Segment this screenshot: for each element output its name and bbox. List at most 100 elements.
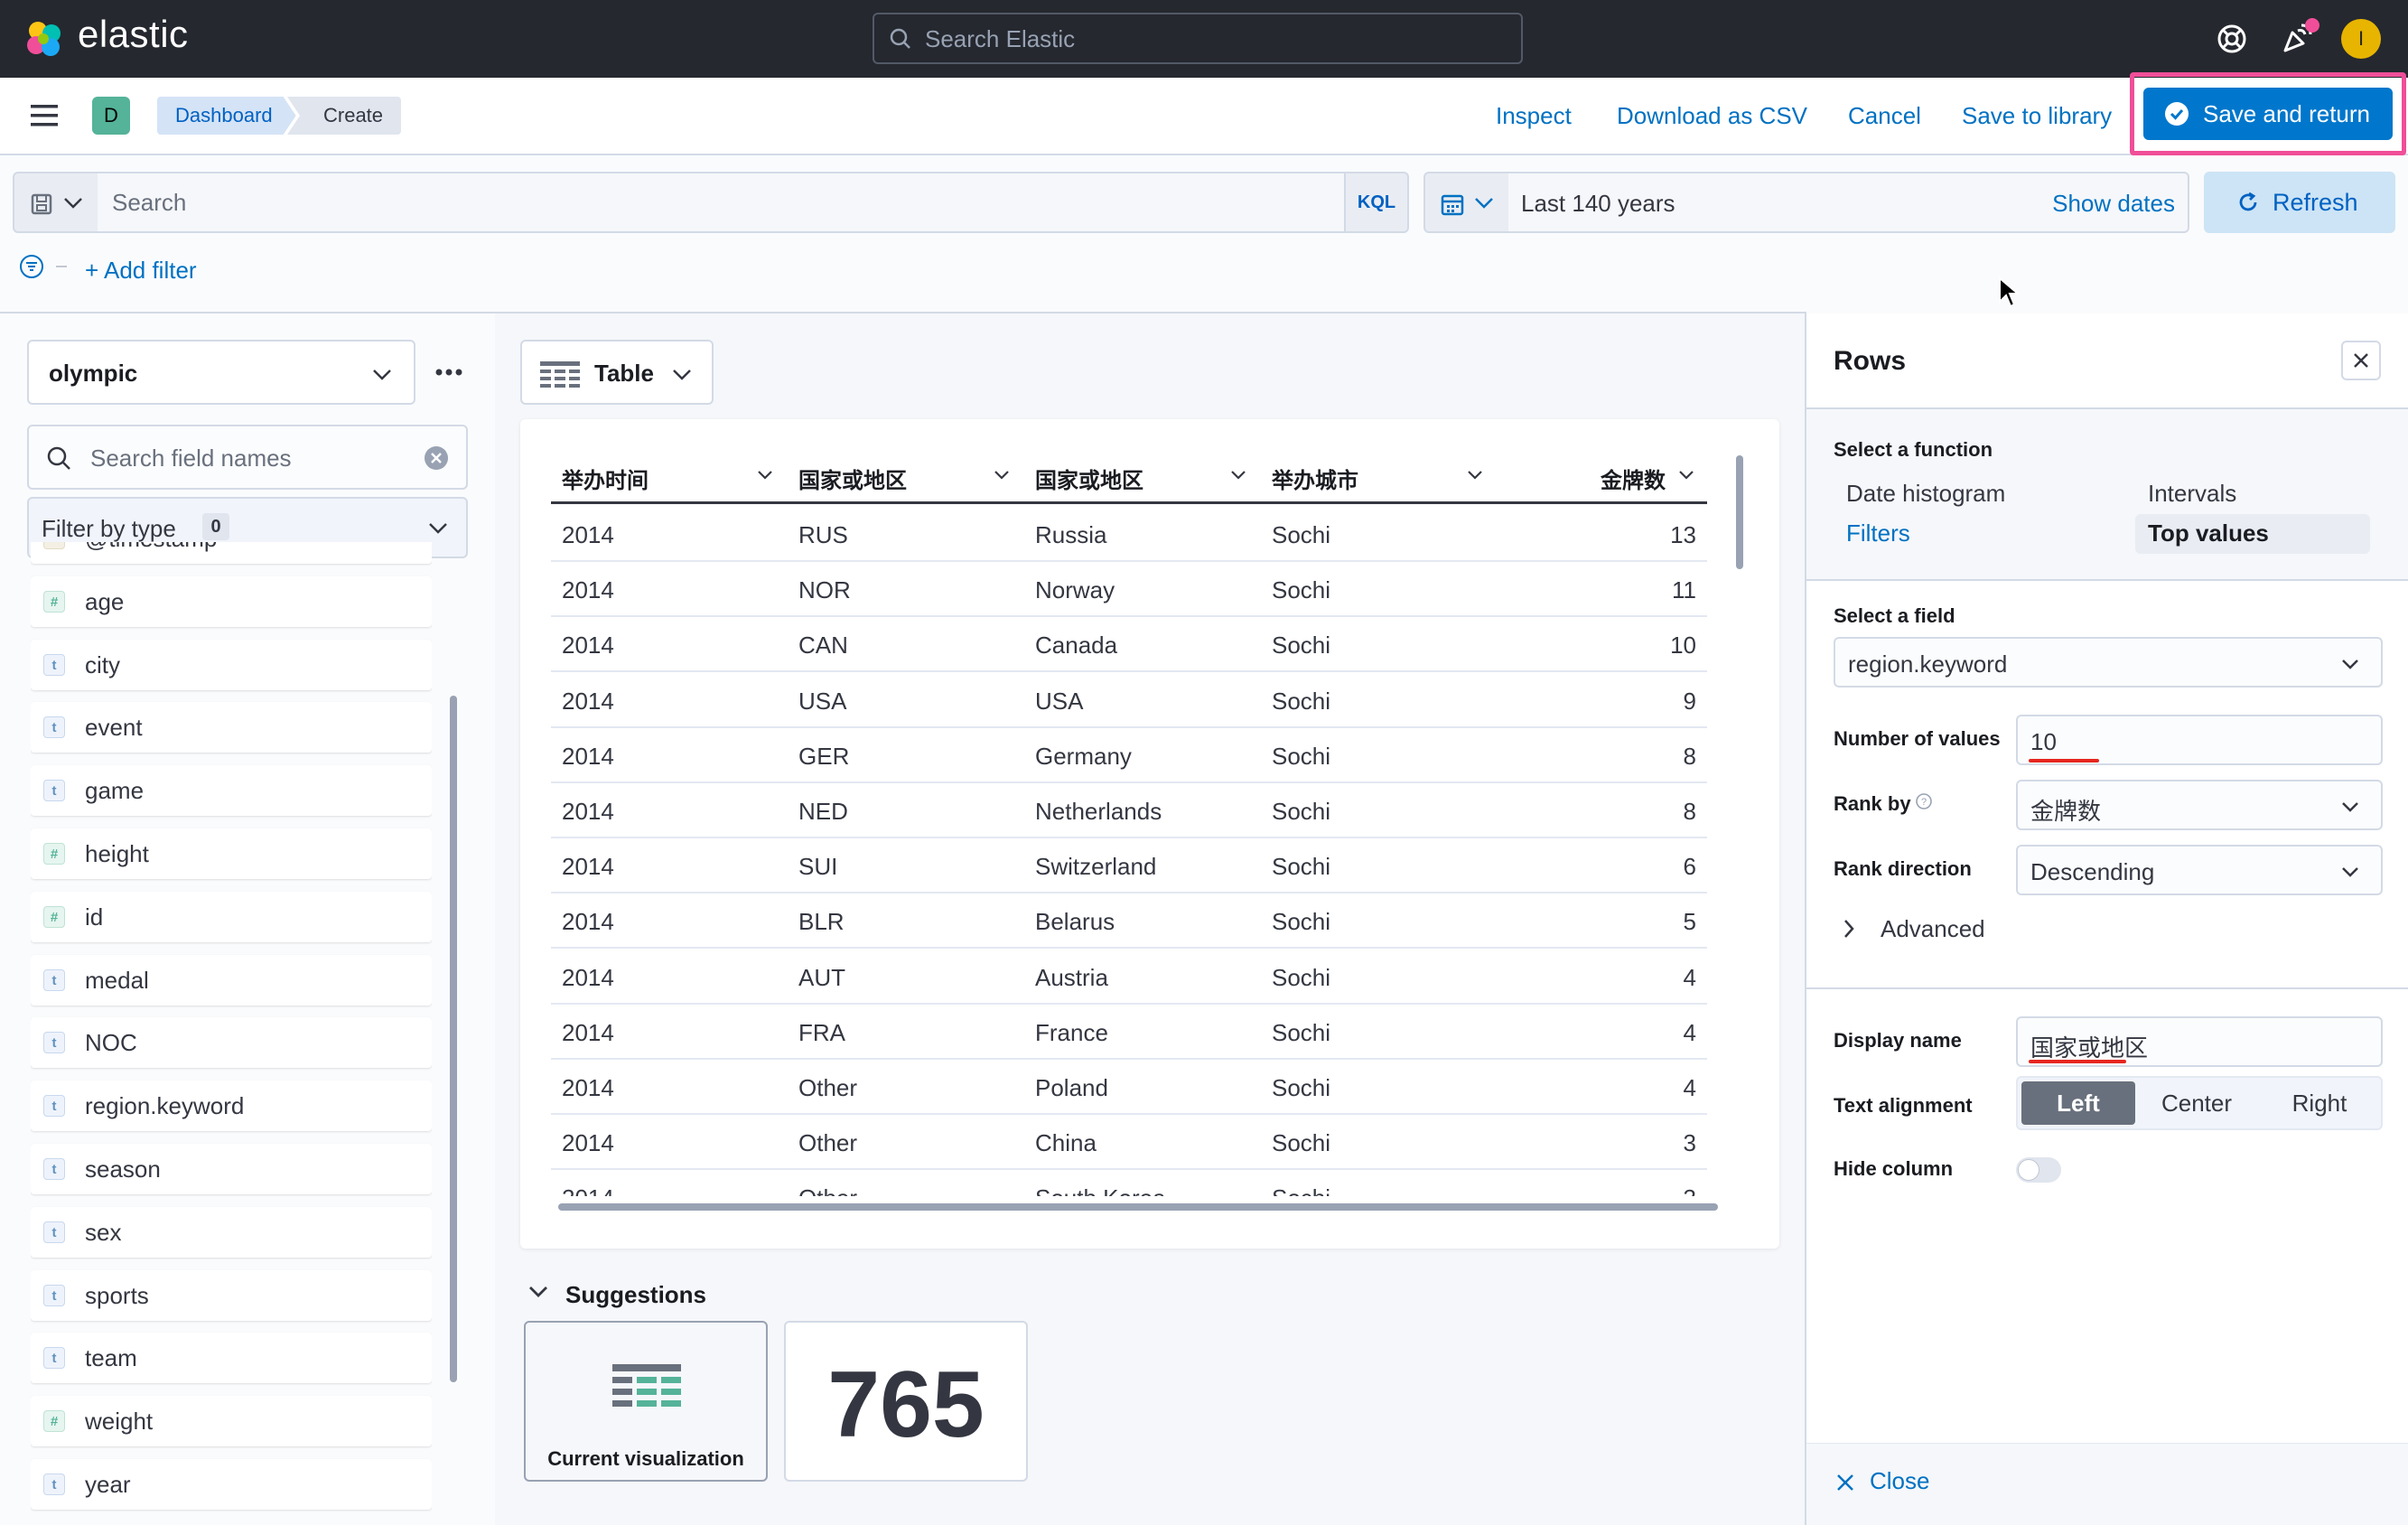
suggestion-current-visualization[interactable]: Current visualization: [524, 1321, 768, 1482]
close-button[interactable]: Close: [1870, 1467, 1929, 1495]
column-menu-chevron-icon[interactable]: [1230, 470, 1246, 481]
field-item[interactable]: t event: [31, 702, 432, 753]
field-item[interactable]: t medal: [31, 954, 432, 1006]
table-cell: Sochi: [1272, 576, 1331, 604]
field-name: team: [85, 1344, 137, 1372]
show-dates-link[interactable]: Show dates: [2052, 190, 2175, 218]
field-name: weight: [85, 1408, 154, 1436]
column-header[interactable]: 国家或地区: [1035, 463, 1143, 494]
rank-direction-select[interactable]: Descending: [2016, 845, 2383, 895]
string-field-type-icon: t: [43, 716, 65, 739]
table-vertical-scrollbar[interactable]: [1736, 455, 1743, 569]
date-picker[interactable]: Last 140 years Show dates: [1508, 172, 2189, 233]
function-date-histogram[interactable]: Date histogram: [1846, 480, 2005, 508]
column-header[interactable]: 举办城市: [1272, 463, 1358, 494]
field-search-input[interactable]: Search field names: [27, 425, 468, 490]
hide-column-switch[interactable]: [2016, 1157, 2061, 1183]
query-search-input[interactable]: Search: [98, 172, 1346, 233]
field-item[interactable]: t sports: [31, 1269, 432, 1321]
field-item[interactable]: t sex: [31, 1206, 432, 1258]
field-item[interactable]: @timestamp: [31, 542, 432, 564]
metric-value: 765: [827, 1352, 985, 1457]
field-item[interactable]: t region.keyword: [31, 1081, 432, 1132]
field-item[interactable]: t city: [31, 639, 432, 690]
info-icon[interactable]: ?: [1915, 792, 1933, 810]
column-header[interactable]: 举办时间: [562, 463, 649, 494]
field-item[interactable]: # age: [31, 575, 432, 627]
table-cell: RUS: [798, 521, 848, 548]
saved-query-button[interactable]: [13, 172, 99, 233]
close-panel-button[interactable]: [2341, 341, 2381, 380]
function-intervals[interactable]: Intervals: [2148, 480, 2236, 508]
column-menu-chevron-icon[interactable]: [994, 470, 1010, 481]
field-item[interactable]: # weight: [31, 1396, 432, 1447]
align-left-button[interactable]: Left: [2021, 1081, 2135, 1125]
inspect-link[interactable]: Inspect: [1496, 102, 1572, 130]
add-filter-button[interactable]: + Add filter: [85, 257, 197, 285]
field-name: id: [85, 903, 104, 931]
number-of-values-input[interactable]: 10: [2016, 715, 2383, 765]
string-field-type-icon: t: [43, 1284, 65, 1306]
chevron-down-icon[interactable]: [527, 1285, 549, 1299]
field-item[interactable]: t year: [31, 1459, 432, 1510]
elastic-logo-icon[interactable]: [23, 18, 65, 60]
index-pattern-select[interactable]: olympic: [27, 340, 415, 405]
column-menu-chevron-icon[interactable]: [757, 470, 773, 481]
rank-by-select[interactable]: 金牌数: [2016, 780, 2383, 830]
select-function-label: Select a function: [1834, 438, 1993, 461]
global-search-input[interactable]: Search Elastic: [873, 13, 1523, 64]
field-item[interactable]: t season: [31, 1144, 432, 1194]
column-menu-chevron-icon[interactable]: [1467, 470, 1483, 481]
align-right-button[interactable]: Right: [2258, 1081, 2381, 1125]
column-menu-chevron-icon[interactable]: [1678, 470, 1694, 481]
table-cell: 8: [1683, 798, 1696, 825]
clear-icon[interactable]: [423, 444, 450, 472]
panel-title: Rows: [1834, 346, 1907, 376]
menu-icon[interactable]: [29, 103, 61, 128]
column-header[interactable]: 国家或地区: [798, 463, 907, 494]
save-to-library-link[interactable]: Save to library: [1962, 102, 2112, 130]
string-field-type-icon: t: [43, 1474, 65, 1495]
field-item[interactable]: t game: [31, 765, 432, 817]
kql-button[interactable]: KQL: [1346, 172, 1409, 233]
query-placeholder: Search: [112, 189, 187, 216]
suggestions-title[interactable]: Suggestions: [565, 1281, 706, 1309]
space-avatar[interactable]: D: [92, 97, 130, 135]
table-cell: Sochi: [1272, 798, 1331, 825]
suggestion-metric[interactable]: 765: [784, 1321, 1028, 1482]
more-options-icon[interactable]: [434, 361, 464, 383]
table-cell: 2014: [562, 1074, 614, 1101]
table-cell: 2014: [562, 908, 614, 936]
chart-type-switcher[interactable]: Table: [520, 340, 714, 405]
user-avatar[interactable]: I: [2341, 19, 2381, 59]
advanced-toggle[interactable]: Advanced: [1881, 915, 1985, 943]
cancel-link[interactable]: Cancel: [1848, 102, 1921, 130]
number-of-values-value: 10: [2030, 728, 2057, 755]
string-field-type-icon: t: [43, 653, 65, 676]
table-viewport: 举办时间 国家或地区 国家或地区 举办城市 金牌数 2014 RUS Russia Sochi…: [520, 419, 1779, 1196]
refresh-button[interactable]: Refresh: [2204, 172, 2395, 233]
field-item[interactable]: # height: [31, 828, 432, 879]
switch-knob: [2018, 1159, 2039, 1181]
string-field-type-icon: t: [43, 1158, 65, 1180]
field-item[interactable]: t team: [31, 1333, 432, 1384]
chart-type-label: Table: [594, 360, 654, 387]
align-center-button[interactable]: Center: [2135, 1081, 2258, 1125]
column-header[interactable]: 金牌数: [1601, 463, 1666, 494]
save-and-return-button[interactable]: Save and return: [2143, 88, 2393, 140]
brand-name[interactable]: elastic: [78, 13, 189, 56]
function-top-values[interactable]: Top values: [2148, 519, 2269, 547]
download-csv-link[interactable]: Download as CSV: [1617, 102, 1807, 130]
field-item[interactable]: # id: [31, 891, 432, 942]
table-horizontal-scrollbar[interactable]: [558, 1203, 1718, 1211]
help-icon[interactable]: [2215, 22, 2249, 56]
function-filters[interactable]: Filters: [1846, 519, 1910, 547]
field-item[interactable]: t NOC: [31, 1017, 432, 1069]
field-search-placeholder: Search field names: [90, 444, 292, 472]
chevron-right-icon[interactable]: [1843, 919, 1855, 939]
field-select[interactable]: region.keyword: [1834, 637, 2383, 688]
filter-menu-icon[interactable]: [18, 253, 67, 280]
field-list-scrollbar[interactable]: [450, 696, 457, 1382]
breadcrumb-dashboard[interactable]: Dashboard: [157, 97, 296, 135]
date-quick-select[interactable]: [1423, 172, 1510, 233]
